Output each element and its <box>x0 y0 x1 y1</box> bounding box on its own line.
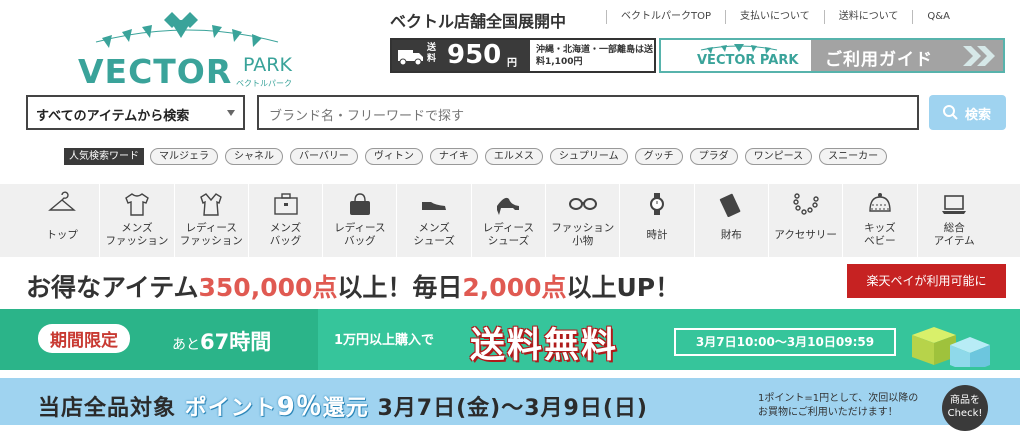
handbag-icon <box>349 193 370 215</box>
points-rate: 9％ <box>276 392 323 422</box>
category-accessory[interactable]: アクセサリー <box>767 184 842 257</box>
guide-brand: VECTOR PARK <box>697 53 799 68</box>
category-ladies-fashion[interactable]: レディース ファッション <box>173 184 248 257</box>
category-fashion-goods[interactable]: ファッション 小物 <box>545 184 619 257</box>
keyword-tag[interactable]: マルジェラ <box>150 148 218 165</box>
laptop-icon <box>942 195 967 214</box>
keyword-tag[interactable]: バーバリー <box>290 148 358 165</box>
time-remaining: あと67時間 <box>172 330 272 354</box>
category-mens-shoes[interactable]: メンズ シューズ <box>396 184 470 257</box>
logo-kana: ベクトルパーク <box>236 79 292 88</box>
keyword-tag[interactable]: ヴィトン <box>364 148 423 165</box>
popular-keywords: 人気検索ワード マルジェラ シャネル バーバリー ヴィトン ナイキ エルメス シ… <box>64 147 894 166</box>
boxes-icon <box>912 327 990 367</box>
promo-headline: お得なアイテム350,000点以上！毎日2,000点以上UP！ <box>26 273 681 302</box>
site-logo[interactable]: VECTOR PARK ベクトルパーク <box>78 8 298 91</box>
category-select[interactable]: すべてのアイテムから検索 <box>26 95 245 130</box>
tagline: ベクトル店舗全国展開中 <box>390 12 567 31</box>
category-ladies-shoes[interactable]: レディース シューズ <box>470 184 545 257</box>
category-select-value: すべてのアイテムから検索 <box>36 109 190 124</box>
free-shipping-headline: 送料無料 <box>470 326 619 366</box>
hanger-icon <box>48 191 77 211</box>
shipping-note: 沖縄・北海道・一部離島は送料1,100円 <box>536 45 654 67</box>
bunting-decoration <box>95 12 279 48</box>
item-count: 350,000点 <box>198 273 338 302</box>
usage-guide-banner[interactable]: VECTOR PARK ご利用ガイド <box>659 38 1005 73</box>
category-ladies-bag[interactable]: レディース バッグ <box>322 184 396 257</box>
baby-hat-icon <box>869 193 891 212</box>
search-button[interactable]: 検索 <box>929 95 1006 130</box>
shipping-fee-badge: 送料 950 円 沖縄・北海道・一部離島は送料1,100円 <box>390 38 656 73</box>
link-payment[interactable]: 支払いについて <box>725 10 824 24</box>
keyword-tag[interactable]: プラダ <box>689 148 738 165</box>
points-banner[interactable]: 当店全品対象 ポイント9％還元 3月7日(金)〜3月9日(日) 1ポイント=1円… <box>0 378 1020 425</box>
category-nav: トップ メンズ ファッション レディース ファッション メンズ バッグ レディー… <box>0 184 1020 257</box>
category-wallet[interactable]: 財布 <box>693 184 768 257</box>
daily-count: 2,000点 <box>462 273 567 302</box>
shipping-unit: 円 <box>507 58 517 69</box>
link-top[interactable]: ベクトルパークTOP <box>606 10 725 24</box>
wallet-icon <box>720 193 741 217</box>
chevron-down-icon <box>227 110 235 116</box>
category-top[interactable]: トップ <box>25 184 99 257</box>
necklace-icon <box>792 193 819 215</box>
free-shipping-condition: 1万円以上購入で <box>334 333 435 348</box>
check-items-badge[interactable]: 商品を Check! <box>942 385 988 431</box>
dress-shoe-icon <box>422 202 447 210</box>
campaign-period: 3月7日10:00〜3月10日09:59 <box>674 328 896 356</box>
logo-text: VECTOR <box>78 52 233 91</box>
glasses-icon <box>568 198 597 210</box>
keyword-tag[interactable]: ナイキ <box>429 148 478 165</box>
category-watch[interactable]: 時計 <box>619 184 693 257</box>
top-links: ベクトルパークTOP 支払いについて 送料について Q&A <box>606 10 964 24</box>
shipping-label: 送料 <box>427 43 437 64</box>
free-shipping-banner[interactable]: 期間限定 あと67時間 1万円以上購入で 送料無料 3月7日10:00〜3月10… <box>0 309 1020 370</box>
truck-icon <box>398 50 423 66</box>
points-dates: 3月7日(金)〜3月9日(日) <box>377 396 648 421</box>
category-mens-fashion[interactable]: メンズ ファッション <box>99 184 173 257</box>
keyword-tag[interactable]: シャネル <box>225 148 283 165</box>
category-kids-baby[interactable]: キッズ ベビー <box>842 184 916 257</box>
link-qa[interactable]: Q&A <box>912 10 964 24</box>
keyword-tag[interactable]: エルメス <box>484 148 543 165</box>
category-mens-bag[interactable]: メンズ バッグ <box>247 184 322 257</box>
guide-label: ご利用ガイド <box>825 50 933 70</box>
keyword-tag[interactable]: スニーカー <box>819 148 888 165</box>
link-shipping[interactable]: 送料について <box>823 10 913 24</box>
tshirt-icon <box>125 193 149 216</box>
popular-label: 人気検索ワード <box>64 148 144 165</box>
watch-icon <box>650 193 665 215</box>
rakuten-pay-banner[interactable]: 楽天ペイが利用可能に <box>847 264 1006 298</box>
points-headline: 当店全品対象 ポイント9％還元 3月7日(金)〜3月9日(日) <box>38 392 648 422</box>
keyword-tag[interactable]: ワンピース <box>744 148 813 165</box>
search-button-label: 検索 <box>965 108 992 123</box>
search-icon <box>943 105 958 120</box>
blouse-icon <box>200 193 223 216</box>
briefcase-icon <box>273 193 298 215</box>
heel-icon <box>497 197 520 215</box>
keyword-tag[interactable]: グッチ <box>634 148 683 165</box>
logo-park: PARK <box>243 54 292 76</box>
points-note: 1ポイント=1円として、次回以降の お買物にご利用いただけます！ <box>758 393 919 418</box>
shipping-price: 950 <box>447 40 502 70</box>
limited-badge: 期間限定 <box>38 324 130 353</box>
category-general[interactable]: 総合 アイテム <box>916 184 991 257</box>
chevron-right-icon <box>963 46 995 66</box>
keyword-tag[interactable]: シュプリーム <box>549 148 628 165</box>
search-input[interactable] <box>257 95 919 130</box>
